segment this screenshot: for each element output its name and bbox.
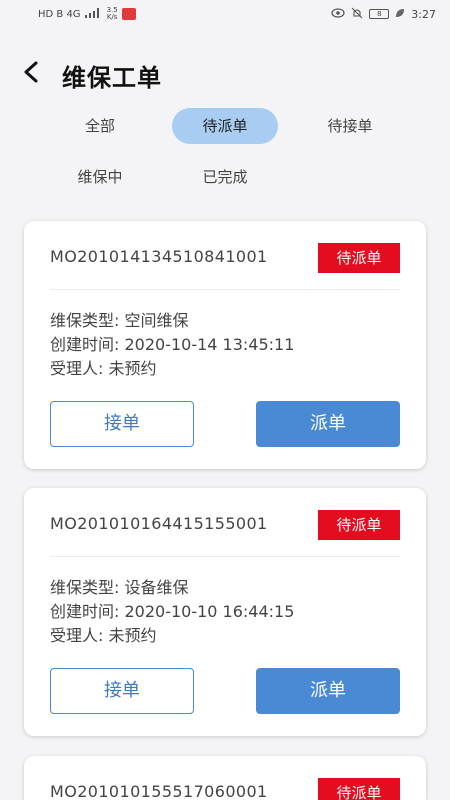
chevron-left-icon xyxy=(24,61,38,83)
leaf-icon xyxy=(395,8,405,21)
battery-icon: 8 xyxy=(369,9,390,19)
mute-icon xyxy=(351,7,363,22)
handler: 受理人: 未预约 xyxy=(50,359,157,378)
tab-in-maintenance[interactable]: 维保中 xyxy=(50,159,150,195)
divider xyxy=(50,289,400,290)
order-number: MO201010164415155001 xyxy=(50,514,268,533)
order-number: MO201014134510841001 xyxy=(50,247,268,266)
order-card[interactable]: MO201010164415155001 待派单 维保类型: 设备维保 创建时间… xyxy=(24,488,426,736)
signal-text: HD B 4G xyxy=(38,8,81,20)
status-badge: 待派单 xyxy=(318,243,400,273)
divider xyxy=(50,556,400,557)
tab-pending-dispatch[interactable]: 待派单 xyxy=(172,108,278,144)
order-card[interactable]: MO201010155517060001 待派单 xyxy=(24,756,426,800)
accept-button[interactable]: 接单 xyxy=(50,401,194,447)
created-time: 创建时间: 2020-10-14 13:45:11 xyxy=(50,335,295,354)
maintenance-type: 维保类型: 设备维保 xyxy=(50,578,189,597)
status-badge: 待派单 xyxy=(318,778,400,800)
status-badge: 待派单 xyxy=(318,510,400,540)
order-number: MO201010155517060001 xyxy=(50,782,268,800)
network-speed: 3.5 K/s xyxy=(106,6,118,21)
header: 维保工单 xyxy=(0,28,450,118)
dispatch-button[interactable]: 派单 xyxy=(256,401,400,447)
order-card[interactable]: MO201014134510841001 待派单 维保类型: 空间维保 创建时间… xyxy=(24,221,426,469)
maintenance-type: 维保类型: 空间维保 xyxy=(50,311,189,330)
status-right: 8 3:27 xyxy=(331,7,436,22)
handler: 受理人: 未预约 xyxy=(50,626,157,645)
eye-icon xyxy=(331,7,345,21)
app-notification-icon xyxy=(121,8,136,20)
dispatch-button[interactable]: 派单 xyxy=(256,668,400,714)
accept-button[interactable]: 接单 xyxy=(50,668,194,714)
clock: 3:27 xyxy=(411,7,436,21)
status-bar: HD B 4G 3.5 K/s 8 3:27 xyxy=(0,0,450,28)
signal-icon xyxy=(84,7,103,21)
page-title: 维保工单 xyxy=(62,64,162,92)
tab-completed[interactable]: 已完成 xyxy=(175,159,275,195)
created-time: 创建时间: 2020-10-10 16:44:15 xyxy=(50,602,295,621)
status-left: HD B 4G 3.5 K/s xyxy=(38,7,136,21)
back-button[interactable] xyxy=(18,58,46,86)
tab-pending-accept[interactable]: 待接单 xyxy=(300,108,400,144)
tab-all[interactable]: 全部 xyxy=(60,108,140,144)
